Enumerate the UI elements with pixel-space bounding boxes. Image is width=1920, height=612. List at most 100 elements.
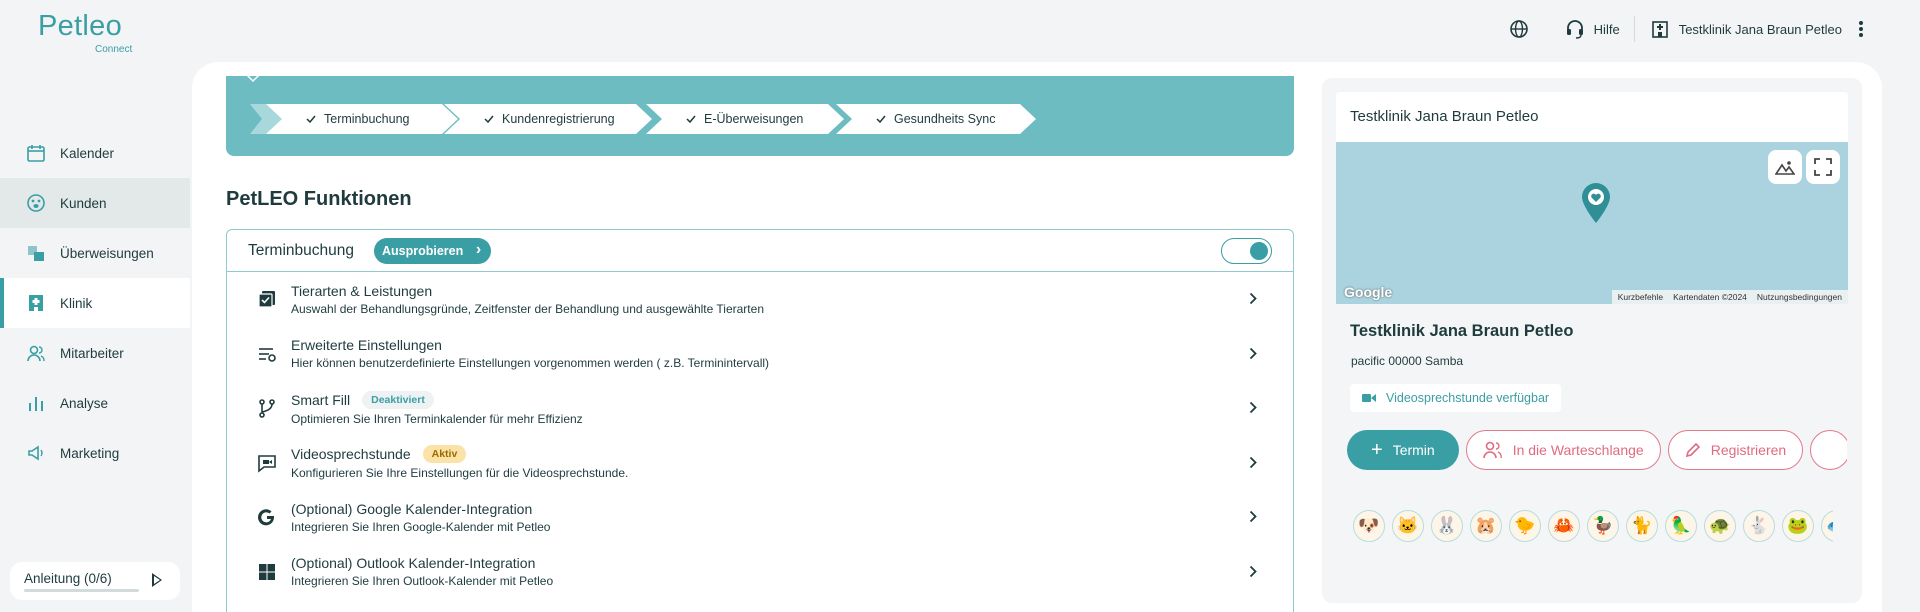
animal-icon[interactable]: 🐢 xyxy=(1704,510,1736,542)
headset-icon xyxy=(1564,18,1586,40)
clinic-card-title: Testklinik Jana Braun Petleo xyxy=(1350,108,1539,125)
function-row-outlook-kalender[interactable]: (Optional) Outlook Kalender-Integration … xyxy=(227,545,1293,600)
fullscreen-button[interactable] xyxy=(1806,150,1840,184)
function-title-text: Videosprechstunde xyxy=(291,446,411,463)
paw-icon xyxy=(26,193,46,213)
video-available-chip: Videosprechstunde verfügbar xyxy=(1350,384,1562,412)
section-title: PetLEO Funktionen xyxy=(226,188,412,210)
guide-progress-bar xyxy=(24,589,139,592)
animal-icon[interactable]: 🐟 xyxy=(1821,510,1833,542)
animal-icon[interactable]: 🐶 xyxy=(1353,510,1385,542)
register-label: Registrieren xyxy=(1710,442,1787,458)
play-icon[interactable] xyxy=(152,573,162,587)
landscape-icon xyxy=(1775,161,1795,175)
try-button[interactable]: Ausprobieren xyxy=(373,237,492,264)
functions-card: Terminbuchung Ausprobieren Tierarten & L… xyxy=(226,229,1294,612)
function-row-google-kalender[interactable]: (Optional) Google Kalender-Integration I… xyxy=(227,490,1293,545)
check-icon xyxy=(686,114,696,124)
animal-icon[interactable]: 🐱 xyxy=(1392,510,1424,542)
bar-chart-icon xyxy=(26,393,46,413)
guide-widget[interactable]: Anleitung (0/6) xyxy=(10,562,180,600)
clinic-address: pacific 00000 Samba xyxy=(1351,354,1464,368)
function-desc: Integrieren Sie Ihren Google-Kalender mi… xyxy=(291,519,551,534)
chevron-right-icon[interactable] xyxy=(1249,565,1257,578)
sidebar-item-mitarbeiter[interactable]: Mitarbeiter xyxy=(0,328,190,378)
status-badge: Deaktiviert xyxy=(362,390,434,409)
step-label: Kundenregistrierung xyxy=(502,112,615,126)
functions-card-header: Terminbuchung Ausprobieren xyxy=(227,230,1293,272)
animal-types-list: 🐶 🐱 🐰 🐹 🐤 🦀 🦆 🐈 🦜 🐢 🐇 🐸 🐟 xyxy=(1353,510,1833,544)
function-title: Tierarten & Leistungen xyxy=(291,282,433,299)
chevron-right-icon[interactable] xyxy=(1249,292,1257,305)
function-row-erweiterte-einstellungen[interactable]: Erweiterte Einstellungen Hier können ben… xyxy=(227,327,1293,382)
google-logo: Google xyxy=(1344,284,1393,300)
step-kundenregistrierung: Kundenregistrierung xyxy=(444,104,652,134)
sidebar-item-ueberweisungen[interactable]: Überweisungen xyxy=(0,228,190,278)
status-badge: Aktiv xyxy=(422,445,467,464)
check-icon xyxy=(484,114,494,124)
help-label: Hilfe xyxy=(1593,21,1620,37)
onboarding-banner: Terminbuchung Kundenregistrierung E-Über… xyxy=(226,70,1294,156)
animal-icon[interactable]: 🐹 xyxy=(1470,510,1502,542)
map-footer-link[interactable]: Kurzbefehle xyxy=(1618,292,1663,302)
sidebar-item-kunden[interactable]: Kunden xyxy=(0,178,190,228)
map-footer-link[interactable]: Nutzungsbedingungen xyxy=(1757,292,1842,302)
clinic-name: Testklinik Jana Braun Petleo xyxy=(1350,322,1574,340)
animal-icon[interactable]: 🦀 xyxy=(1548,510,1580,542)
add-appointment-button[interactable]: + Termin xyxy=(1347,430,1459,470)
video-available-label: Videosprechstunde verfügbar xyxy=(1386,391,1550,405)
fullscreen-icon xyxy=(1814,158,1832,176)
chevron-right-icon[interactable] xyxy=(1249,401,1257,414)
globe-icon[interactable] xyxy=(1508,18,1530,40)
logo[interactable]: Petleo Connect xyxy=(38,10,148,56)
function-title: Smart Fill Deaktiviert xyxy=(291,390,583,409)
function-desc: Konfigurieren Sie Ihre Einstellungen für… xyxy=(291,466,629,481)
add-to-queue-button[interactable]: In die Warteschlange xyxy=(1465,430,1661,470)
help-button[interactable]: Hilfe xyxy=(1564,16,1635,42)
sidebar-item-klinik[interactable]: Klinik xyxy=(0,278,190,328)
register-button[interactable]: Registrieren xyxy=(1667,430,1804,470)
function-row-tierarten[interactable]: Tierarten & Leistungen Auswahl der Behan… xyxy=(227,272,1293,327)
animal-icon[interactable]: 🦆 xyxy=(1587,510,1619,542)
terminbuchung-toggle[interactable] xyxy=(1221,238,1272,264)
animal-icon[interactable]: 🐈 xyxy=(1626,510,1658,542)
sidebar-item-kalender[interactable]: Kalender xyxy=(0,128,190,178)
step-label: Gesundheits Sync xyxy=(894,112,996,126)
sidebar-item-label: Marketing xyxy=(60,445,120,461)
animal-icon[interactable]: 🐇 xyxy=(1743,510,1775,542)
function-title: Erweiterte Einstellungen xyxy=(291,337,442,354)
step-label: E-Überweisungen xyxy=(704,112,804,126)
function-title: Videosprechstunde Aktiv xyxy=(291,445,628,464)
sidebar-item-marketing[interactable]: Marketing xyxy=(0,428,190,478)
function-title: (Optional) Outlook Kalender-Integration xyxy=(291,555,536,572)
animal-icon[interactable]: 🐤 xyxy=(1509,510,1541,542)
animal-icon[interactable]: 🦜 xyxy=(1665,510,1697,542)
google-icon xyxy=(257,507,277,527)
sidebar-item-label: Mitarbeiter xyxy=(60,345,124,361)
calendar-icon xyxy=(26,143,46,163)
sidebar-item-analyse[interactable]: Analyse xyxy=(0,378,190,428)
chevron-right-icon[interactable] xyxy=(1249,347,1257,360)
add-appointment-label: Termin xyxy=(1392,442,1435,458)
map-type-button[interactable] xyxy=(1768,150,1802,184)
function-title: (Optional) Google Kalender-Integration xyxy=(291,500,533,517)
clinic-switcher[interactable]: Testklinik Jana Braun Petleo xyxy=(1649,18,1872,40)
function-row-smart-fill[interactable]: Smart Fill Deaktiviert Optimieren Sie Ih… xyxy=(227,381,1293,436)
function-desc: Auswahl der Behandlungsgründe, Zeitfenst… xyxy=(291,301,764,316)
logo-tagline: Connect xyxy=(95,44,133,55)
chevron-right-icon[interactable] xyxy=(1249,510,1257,523)
sidebar-item-label: Analyse xyxy=(60,395,109,411)
clinic-map[interactable]: Google Kurzbefehle Kartendaten ©2024 Nut… xyxy=(1336,142,1848,304)
animal-icon[interactable]: 🐰 xyxy=(1431,510,1463,542)
settings-list-icon xyxy=(257,344,277,364)
sidebar-item-label: Kunden xyxy=(60,195,107,211)
more-vertical-icon[interactable] xyxy=(1850,18,1872,40)
more-actions-button[interactable] xyxy=(1810,430,1847,470)
users-icon xyxy=(26,343,46,363)
function-row-videosprechstunde[interactable]: Videosprechstunde Aktiv Konfigurieren Si… xyxy=(227,436,1293,491)
map-pin-icon[interactable] xyxy=(1580,182,1612,224)
chevron-right-icon[interactable] xyxy=(1249,456,1257,469)
clinic-name-header: Testklinik Jana Braun Petleo xyxy=(1678,21,1842,37)
heart-icon xyxy=(246,70,260,82)
animal-icon[interactable]: 🐸 xyxy=(1782,510,1814,542)
